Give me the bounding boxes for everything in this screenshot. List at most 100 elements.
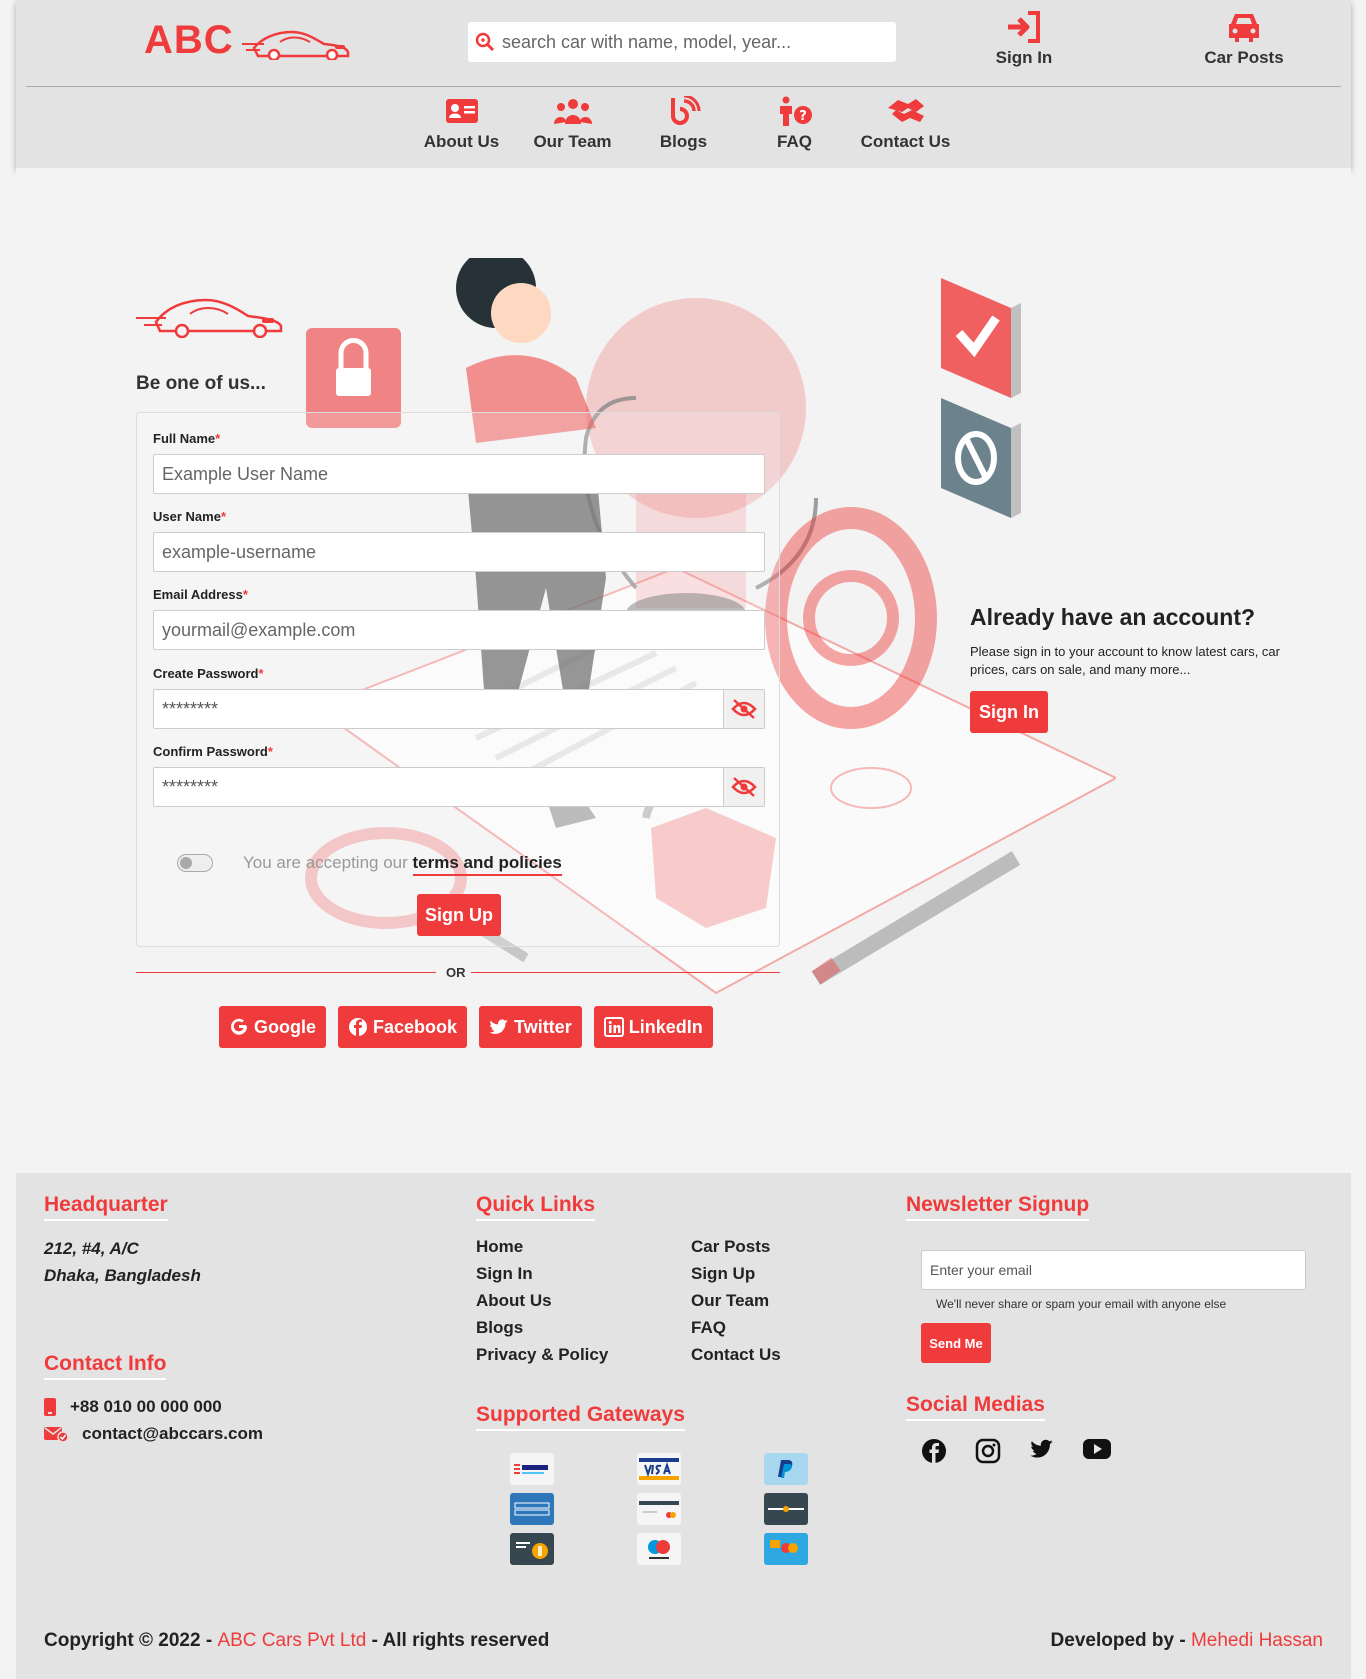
send-me-button[interactable]: Send Me	[921, 1323, 991, 1363]
quick-link-sign-in[interactable]: Sign In	[476, 1264, 533, 1284]
mastercard-icon	[764, 1533, 808, 1565]
nav-item-blogs[interactable]: Blogs	[628, 96, 739, 152]
newsletter-hint: We'll never share or spam your email wit…	[936, 1297, 1227, 1311]
newsletter-email-input[interactable]	[922, 1262, 1305, 1278]
facebook-button[interactable]: Facebook	[338, 1006, 468, 1048]
form-title: Be one of us...	[136, 373, 266, 394]
nav-item-contact-us[interactable]: Contact Us	[850, 96, 961, 152]
linkedin-button[interactable]: LinkedIn	[593, 1006, 713, 1048]
required-mark: *	[242, 587, 248, 602]
car-posts-link[interactable]: Car Posts	[1194, 10, 1294, 68]
email-row: contact@abccars.com	[44, 1424, 263, 1444]
search-bar	[468, 22, 896, 62]
nav-label[interactable]: FAQ	[777, 132, 812, 151]
terms-text: You are accepting our terms and policies	[243, 853, 562, 876]
copyright: Copyright © 2022 - ABC Cars Pvt Ltd - Al…	[44, 1630, 549, 1652]
logo[interactable]: ABC	[144, 18, 352, 63]
credit-card-icon	[637, 1493, 681, 1525]
username-label-text: User Name	[153, 509, 221, 524]
nav-label[interactable]: Contact Us	[861, 132, 951, 151]
copyright-prefix: Copyright © 2022 -	[44, 1630, 213, 1651]
sign-up-button[interactable]: Sign Up	[417, 894, 501, 936]
instagram-icon[interactable]	[975, 1438, 1001, 1464]
facebook-icon[interactable]	[921, 1438, 947, 1464]
eye-slash-icon[interactable]	[723, 768, 764, 806]
google-button[interactable]: Google	[219, 1006, 326, 1048]
nav-item-about-us[interactable]: About Us	[406, 96, 517, 152]
full-name-field	[153, 454, 765, 494]
contact-email[interactable]: contact@abccars.com	[82, 1424, 263, 1444]
quick-link-our-team[interactable]: Our Team	[691, 1291, 769, 1311]
address-line: Dhaka, Bangladesh	[44, 1266, 201, 1285]
username-input[interactable]	[154, 533, 764, 571]
handshake-icon	[887, 99, 924, 122]
quick-links-heading: Quick Links	[476, 1193, 596, 1221]
confirm-password-input[interactable]	[154, 768, 723, 806]
twitter-button[interactable]: Twitter	[479, 1006, 582, 1048]
facebook-label: Facebook	[373, 1016, 458, 1037]
quick-link-car-posts[interactable]: Car Posts	[691, 1237, 770, 1257]
phone-number[interactable]: +88 010 00 000 000	[70, 1397, 222, 1417]
sign-in-link[interactable]: Sign In	[984, 10, 1064, 68]
phone-icon	[44, 1398, 56, 1416]
social-links	[921, 1438, 1111, 1464]
visa-icon	[637, 1453, 681, 1485]
search-input[interactable]	[502, 23, 896, 61]
nav-label[interactable]: About Us	[424, 132, 500, 151]
sign-in-label[interactable]: Sign In	[996, 48, 1053, 67]
quick-link-privacy[interactable]: Privacy & Policy	[476, 1345, 608, 1365]
nav-label[interactable]: Our Team	[533, 132, 611, 151]
header-divider	[26, 86, 1341, 87]
password-field	[153, 689, 765, 729]
developer-link[interactable]: Mehedi Hassan	[1191, 1630, 1323, 1651]
maestro-icon	[637, 1533, 681, 1565]
email-label-text: Email Address	[153, 587, 243, 602]
search-icon[interactable]	[468, 22, 502, 62]
envelope-check-icon	[44, 1427, 68, 1442]
confirm-password-field	[153, 767, 765, 807]
quick-link-contact-us[interactable]: Contact Us	[691, 1345, 781, 1365]
terms-row: You are accepting our terms and policies	[177, 853, 562, 876]
username-field	[153, 532, 765, 572]
company-link[interactable]: ABC Cars Pvt Ltd	[217, 1630, 366, 1651]
required-mark: *	[215, 431, 221, 446]
signup-section: Be one of us... Full Name* User Name* Em…	[16, 168, 1351, 1123]
payment-gateways	[510, 1453, 808, 1565]
terms-link[interactable]: terms and policies	[412, 853, 562, 876]
quick-link-blogs[interactable]: Blogs	[476, 1318, 523, 1338]
logo-text[interactable]: ABC	[144, 18, 234, 63]
nav-label[interactable]: Blogs	[660, 132, 707, 151]
nav-item-our-team[interactable]: Our Team	[517, 96, 628, 152]
full-name-input[interactable]	[154, 455, 764, 493]
nav-item-faq[interactable]: ? FAQ	[739, 96, 850, 152]
quick-link-faq[interactable]: FAQ	[691, 1318, 726, 1338]
bank-transfer-icon	[510, 1453, 554, 1485]
blog-icon	[670, 96, 700, 125]
full-name-label-text: Full Name	[153, 431, 216, 446]
id-card-icon	[445, 99, 478, 123]
email-input[interactable]	[154, 611, 764, 649]
terms-toggle[interactable]	[177, 854, 213, 872]
sign-in-icon	[1008, 11, 1040, 43]
password-input[interactable]	[154, 690, 723, 728]
twitter-icon[interactable]	[1029, 1438, 1055, 1460]
email-field	[153, 610, 765, 650]
google-icon	[231, 1018, 247, 1035]
social-login: Google Facebook Twitter LinkedIn	[219, 1006, 713, 1048]
quick-link-home[interactable]: Home	[476, 1237, 523, 1257]
car-logo-icon	[136, 298, 283, 338]
person-question-icon: ?	[779, 96, 812, 126]
email-label: Email Address*	[153, 587, 248, 602]
quick-link-about-us[interactable]: About Us	[476, 1291, 552, 1311]
quick-link-sign-up[interactable]: Sign Up	[691, 1264, 755, 1284]
or-divider: OR	[136, 963, 780, 983]
car-posts-label[interactable]: Car Posts	[1204, 48, 1283, 67]
username-label: User Name*	[153, 509, 226, 524]
twitter-icon	[489, 1019, 509, 1034]
youtube-icon[interactable]	[1083, 1438, 1111, 1460]
bitcoin-icon	[510, 1533, 554, 1565]
sign-in-button[interactable]: Sign In	[970, 691, 1048, 733]
eye-slash-icon[interactable]	[723, 690, 764, 728]
confirm-password-label-text: Confirm Password	[153, 744, 268, 759]
car-icon	[1229, 14, 1259, 42]
